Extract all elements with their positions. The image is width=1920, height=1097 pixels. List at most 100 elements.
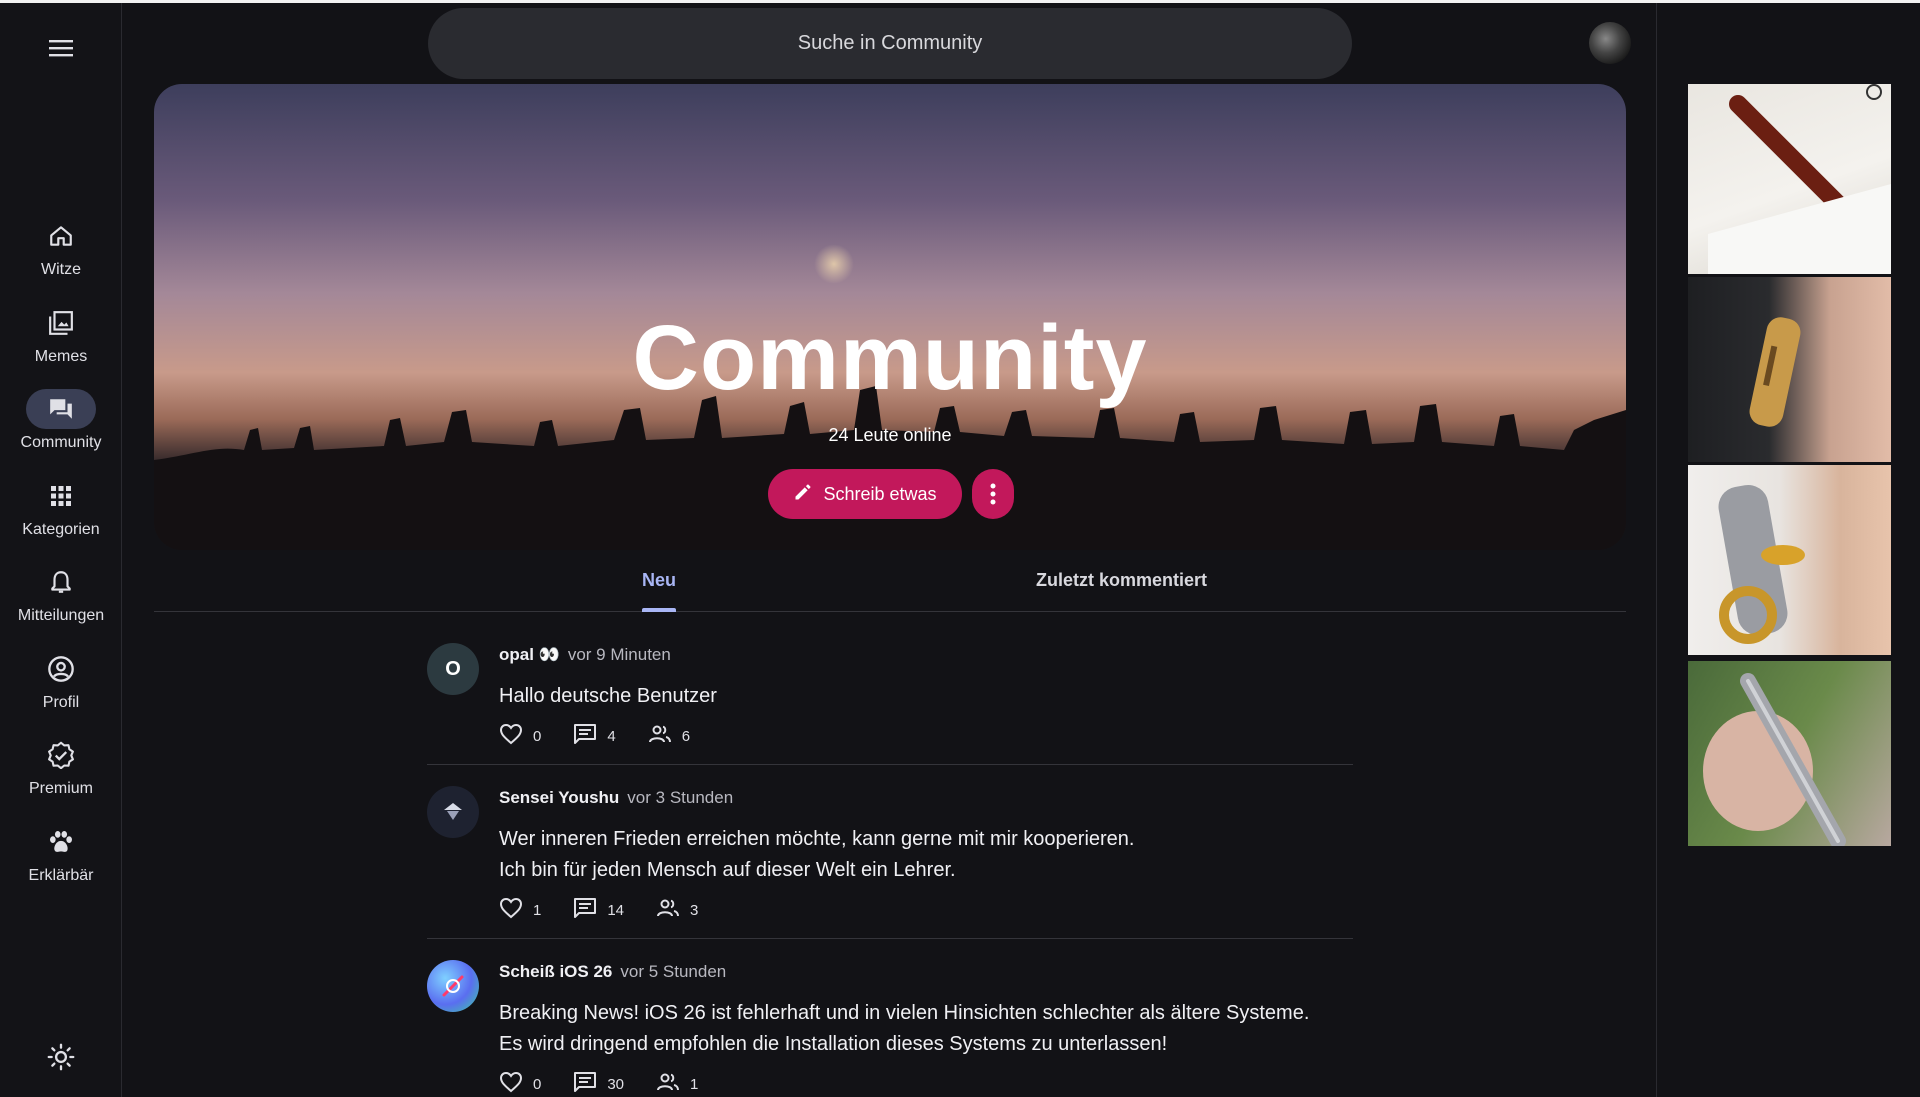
- sidebar-item-label: Erklärbär: [28, 866, 94, 884]
- sidebar-item-premium[interactable]: Premium: [0, 735, 122, 822]
- heart-icon: [499, 1071, 523, 1097]
- post-stats: 0 4 6: [499, 723, 722, 749]
- post-author[interactable]: opal 👀: [499, 645, 560, 664]
- ad-image-lighter-hand[interactable]: [1688, 277, 1891, 462]
- comment-icon: [573, 897, 597, 923]
- sidebar-item-mitteilungen[interactable]: Mitteilungen: [0, 562, 122, 649]
- account-circle-icon: [26, 649, 96, 689]
- hamburger-menu-icon[interactable]: [46, 33, 76, 63]
- sidebar: Witze Memes Community Kategorien Mitteil…: [0, 3, 122, 1097]
- verified-badge-icon: [26, 735, 96, 775]
- comments-button[interactable]: 30: [573, 1071, 624, 1097]
- nav-list: Witze Memes Community Kategorien Mitteil…: [0, 216, 122, 908]
- paw-icon: [26, 822, 96, 862]
- sidebar-item-profil[interactable]: Profil: [0, 649, 122, 736]
- grid-icon: [26, 476, 96, 516]
- heart-icon: [499, 723, 523, 749]
- comments-button[interactable]: 4: [573, 723, 616, 749]
- sidebar-item-label: Premium: [28, 780, 93, 797]
- top-border: [0, 0, 1920, 3]
- community-hero-banner: Community 24 Leute online Schreib etwas: [154, 84, 1626, 550]
- participant-count: 6: [681, 727, 691, 745]
- post-avatar[interactable]: O: [427, 643, 479, 695]
- write-post-button[interactable]: Schreib etwas: [768, 469, 962, 519]
- like-button[interactable]: 0: [499, 1071, 541, 1097]
- more-vert-icon[interactable]: [972, 469, 1014, 519]
- home-icon: [26, 216, 96, 256]
- sidebar-item-label: Kategorien: [22, 520, 100, 538]
- pencil-icon: [793, 482, 813, 507]
- sidebar-item-label: Profil: [42, 693, 80, 711]
- hero-title: Community: [632, 307, 1148, 409]
- sidebar-item-label: Memes: [34, 347, 88, 365]
- active-tab-indicator: [642, 608, 676, 612]
- post-text: Hallo deutsche Benutzer: [499, 681, 717, 712]
- feed-tabs: Neu Zuletzt kommentiert: [154, 550, 1626, 612]
- sidebar-item-label: Mitteilungen: [17, 607, 105, 624]
- post-text: Wer inneren Frieden erreichen möchte, ka…: [499, 824, 1135, 886]
- sidebar-item-erklaerbaer[interactable]: Erklärbär: [0, 822, 122, 909]
- post-author[interactable]: Sensei Youshu: [499, 788, 619, 807]
- post-text: Breaking News! iOS 26 ist fehlerhaft und…: [499, 998, 1309, 1060]
- participants-button[interactable]: 6: [648, 724, 690, 748]
- user-avatar[interactable]: [1589, 22, 1631, 64]
- write-post-label: Schreib etwas: [823, 483, 937, 504]
- right-column-divider: [1656, 3, 1657, 1097]
- online-count: 24 Leute online: [828, 425, 952, 445]
- sidebar-item-kategorien[interactable]: Kategorien: [0, 476, 122, 563]
- post-avatar[interactable]: [427, 786, 479, 838]
- image-gallery-icon: [26, 303, 96, 343]
- search-input[interactable]: Suche in Community: [428, 8, 1352, 79]
- comments-button[interactable]: 14: [573, 897, 624, 923]
- like-count: 0: [533, 1075, 542, 1093]
- participant-count: 1: [690, 1075, 699, 1093]
- sidebar-item-label: Witze: [41, 261, 81, 278]
- post-author[interactable]: Scheiß iOS 26: [499, 962, 612, 981]
- ad-image-pen-hand[interactable]: [1688, 661, 1891, 846]
- sidebar-item-community[interactable]: Community: [0, 389, 122, 476]
- post-text-line: Ich bin für jeden Mensch auf dieser Welt…: [499, 859, 956, 881]
- post-text-line: Wer inneren Frieden erreichen möchte, ka…: [499, 828, 1135, 850]
- participants-button[interactable]: 3: [656, 898, 698, 922]
- post-item[interactable]: Scheiß iOS 26 vor 5 Stunden Breaking News…: [427, 960, 1353, 1097]
- heart-icon: [499, 897, 523, 923]
- participants-button[interactable]: 1: [656, 1072, 698, 1096]
- post-time: vor 5 Stunden: [620, 962, 727, 981]
- tab-new[interactable]: Neu: [642, 570, 676, 591]
- post-item[interactable]: Sensei Youshu vor 3 Stunden Wer inneren F…: [427, 786, 1353, 939]
- like-button[interactable]: 1: [499, 897, 541, 923]
- post-text-line: Hallo deutsche Benutzer: [499, 685, 717, 707]
- post-text-line: Breaking News! iOS 26 ist fehlerhaft und…: [499, 1002, 1310, 1024]
- ad-image-gadget-hand[interactable]: [1688, 465, 1891, 655]
- comment-count: 14: [607, 901, 625, 919]
- ad-image-fountain-pen[interactable]: [1688, 84, 1891, 274]
- sidebar-item-witze[interactable]: Witze: [0, 216, 122, 303]
- post-meta: Scheiß iOS 26 vor 5 Stunden: [499, 962, 726, 982]
- post-text-line: Es wird dringend empfohlen die Installat…: [499, 1033, 1168, 1055]
- like-button[interactable]: 0: [499, 723, 541, 749]
- like-count: 0: [533, 727, 542, 745]
- post-item[interactable]: O opal 👀 vor 9 Minuten Hallo deutsche Ben…: [427, 643, 1353, 765]
- people-icon: [648, 724, 672, 748]
- hero-sun-glow: [814, 244, 854, 284]
- post-time: vor 3 Stunden: [627, 788, 734, 807]
- like-count: 1: [533, 901, 542, 919]
- people-icon: [656, 898, 680, 922]
- comment-count: 4: [607, 727, 616, 745]
- tab-recently-commented[interactable]: Zuletzt kommentiert: [1036, 570, 1207, 591]
- comment-count: 30: [607, 1075, 625, 1093]
- post-meta: opal 👀 vor 9 Minuten: [499, 645, 671, 665]
- search-placeholder: Suche in Community: [797, 32, 983, 54]
- post-avatar[interactable]: [427, 960, 479, 1012]
- post-stats: 1 14 3: [499, 897, 730, 923]
- post-meta: Sensei Youshu vor 3 Stunden: [499, 788, 733, 808]
- people-icon: [656, 1072, 680, 1096]
- bell-icon: [26, 562, 96, 602]
- comment-icon: [573, 1071, 597, 1097]
- sidebar-item-label: Community: [20, 434, 102, 451]
- avatar-letter: O: [445, 657, 461, 680]
- sun-icon[interactable]: [45, 1041, 77, 1073]
- sidebar-item-memes[interactable]: Memes: [0, 303, 122, 390]
- post-time: vor 9 Minuten: [567, 645, 671, 664]
- post-stats: 0 30 1: [499, 1071, 730, 1097]
